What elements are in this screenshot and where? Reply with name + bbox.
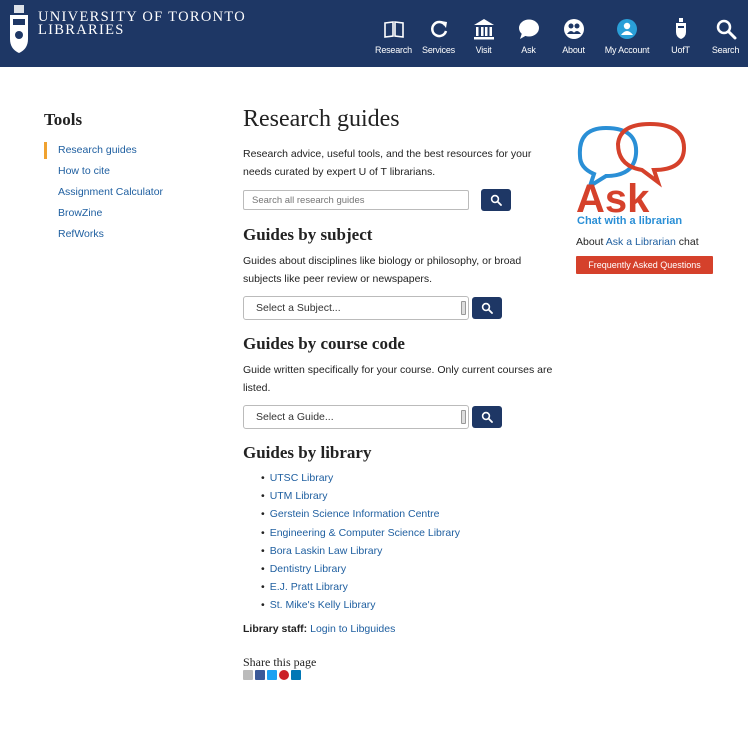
ask-about-prefix: About bbox=[576, 236, 604, 248]
share-title: Share this page bbox=[243, 654, 317, 669]
research-guide-search-input[interactable] bbox=[243, 190, 469, 210]
select-arrow-icon bbox=[461, 301, 466, 315]
library-link-utm[interactable]: UTM Library bbox=[261, 487, 553, 505]
library-list: UTSC Library UTM Library Gerstein Scienc… bbox=[261, 469, 553, 615]
sidebar-title: Tools bbox=[44, 110, 83, 129]
chat-bubble-icon bbox=[518, 19, 539, 39]
library-link-utsc[interactable]: UTSC Library bbox=[261, 469, 553, 487]
subject-select[interactable]: Select a Subject... bbox=[243, 296, 469, 320]
guide-search-row bbox=[243, 189, 553, 211]
library-link-dentistry[interactable]: Dentistry Library bbox=[261, 560, 553, 578]
nav-search[interactable]: Search bbox=[703, 0, 748, 67]
crest-icon bbox=[10, 5, 28, 53]
nav-visit-label: Visit bbox=[475, 45, 492, 55]
subject-section-title: Guides by subject bbox=[243, 225, 373, 244]
nav-uoft-label: UofT bbox=[671, 45, 690, 55]
tools-sidebar: Tools Research guides How to cite Assign… bbox=[44, 110, 163, 245]
share-icons bbox=[243, 669, 553, 680]
refresh-icon bbox=[430, 20, 447, 38]
sidebar-item-refworks[interactable]: RefWorks bbox=[44, 224, 163, 245]
nav-services[interactable]: Services bbox=[416, 0, 461, 67]
nav-uoft[interactable]: UofT bbox=[658, 0, 703, 67]
linkedin-share-icon[interactable] bbox=[291, 669, 301, 680]
nav-services-label: Services bbox=[422, 45, 455, 55]
sidebar-item-browzine[interactable]: BrowZine bbox=[44, 203, 163, 224]
main-content: Research guides Research advice, useful … bbox=[243, 101, 553, 680]
libguides-login-link[interactable]: Login to Libguides bbox=[310, 623, 395, 635]
ask-chat-logo[interactable]: Ask Chat with a librarian bbox=[576, 120, 726, 228]
search-icon bbox=[716, 19, 736, 40]
sidebar-item-assignment-calculator[interactable]: Assignment Calculator bbox=[44, 182, 163, 203]
nav-search-label: Search bbox=[711, 45, 740, 55]
main-nav: Research Services Visit Ask About My Acc… bbox=[371, 0, 748, 67]
staff-label: Library staff: bbox=[243, 622, 308, 635]
library-link-pratt[interactable]: E.J. Pratt Library bbox=[261, 578, 553, 596]
university-logo[interactable]: UNIVERSITY OF TORONTO LIBRARIES bbox=[8, 5, 246, 55]
subject-select-value: Select a Subject... bbox=[256, 302, 341, 314]
ask-logo-tagline: Chat with a librarian bbox=[577, 215, 682, 227]
intro-text: Research advice, useful tools, and the b… bbox=[243, 148, 532, 178]
library-link-engineering[interactable]: Engineering & Computer Science Library bbox=[261, 524, 553, 542]
ask-a-librarian-widget: Ask Chat with a librarian About Ask a Li… bbox=[576, 120, 726, 274]
library-link-law[interactable]: Bora Laskin Law Library bbox=[261, 542, 553, 560]
facebook-share-icon[interactable] bbox=[255, 669, 265, 680]
search-icon bbox=[481, 302, 493, 314]
course-guide-select[interactable]: Select a Guide... bbox=[243, 405, 469, 429]
library-section-title: Guides by library bbox=[243, 443, 372, 462]
course-go-button[interactable] bbox=[472, 406, 502, 428]
ask-about-suffix: chat bbox=[678, 236, 699, 248]
subject-select-row: Select a Subject... bbox=[243, 296, 553, 320]
nav-about-label: About bbox=[562, 45, 585, 55]
nav-my-account-label: My Account bbox=[604, 45, 650, 55]
search-icon bbox=[490, 194, 502, 206]
user-icon bbox=[617, 19, 637, 39]
nav-about[interactable]: About bbox=[551, 0, 596, 67]
select-arrow-icon bbox=[461, 410, 466, 424]
ask-about-line: About Ask a Librarian chat bbox=[576, 236, 726, 248]
ask-a-librarian-link[interactable]: Ask a Librarian bbox=[606, 236, 676, 248]
subject-description: Guides about disciplines like biology or… bbox=[243, 255, 522, 285]
subject-go-button[interactable] bbox=[472, 297, 502, 319]
crest-icon bbox=[675, 18, 686, 39]
nav-research[interactable]: Research bbox=[371, 0, 416, 67]
course-section-title: Guides by course code bbox=[243, 334, 405, 353]
nav-ask[interactable]: Ask bbox=[506, 0, 551, 67]
research-guide-search-button[interactable] bbox=[481, 189, 511, 211]
people-icon bbox=[563, 19, 584, 39]
book-icon bbox=[383, 21, 404, 38]
sidebar-item-research-guides[interactable]: Research guides bbox=[44, 140, 163, 161]
faq-button[interactable]: Frequently Asked Questions bbox=[576, 256, 713, 274]
page-title: Research guides bbox=[243, 106, 400, 132]
library-link-kelly[interactable]: St. Mike's Kelly Library bbox=[261, 596, 553, 614]
course-description: Guide written specifically for your cour… bbox=[243, 364, 553, 394]
library-staff-line: Library staff: Login to Libguides bbox=[243, 623, 553, 635]
logo-line-2: LIBRARIES bbox=[38, 22, 125, 38]
nav-visit[interactable]: Visit bbox=[461, 0, 506, 67]
search-icon bbox=[481, 411, 493, 423]
building-icon bbox=[473, 19, 494, 40]
library-link-gerstein[interactable]: Gerstein Science Information Centre bbox=[261, 505, 553, 523]
sidebar-item-how-to-cite[interactable]: How to cite bbox=[44, 161, 163, 182]
top-navigation-bar: UNIVERSITY OF TORONTO LIBRARIES Research… bbox=[0, 0, 748, 67]
twitter-share-icon[interactable] bbox=[267, 669, 277, 680]
course-select-row: Select a Guide... bbox=[243, 405, 553, 429]
nav-my-account[interactable]: My Account bbox=[596, 0, 658, 67]
pinterest-share-icon[interactable] bbox=[279, 669, 289, 680]
course-select-value: Select a Guide... bbox=[256, 411, 334, 423]
nav-ask-label: Ask bbox=[521, 45, 536, 55]
nav-research-label: Research bbox=[375, 45, 412, 55]
email-share-icon[interactable] bbox=[243, 669, 253, 680]
